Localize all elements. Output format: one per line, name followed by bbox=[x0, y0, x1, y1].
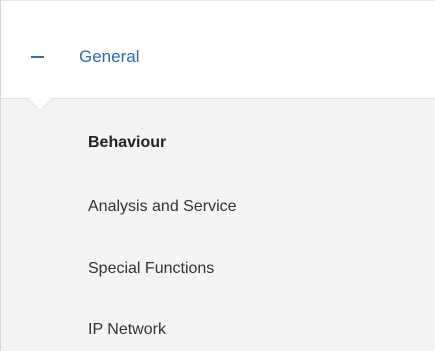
section-items: Behaviour Analysis and Service Special F… bbox=[1, 99, 435, 351]
section-header-general[interactable]: General bbox=[1, 15, 435, 99]
nav-item-special-functions[interactable]: Special Functions bbox=[88, 258, 214, 280]
nav-item-analysis-and-service[interactable]: Analysis and Service bbox=[88, 196, 237, 218]
nav-item-behaviour[interactable]: Behaviour bbox=[88, 132, 166, 154]
section-title: General bbox=[79, 47, 140, 66]
settings-nav-panel: Behaviour Analysis and Service Special F… bbox=[1, 1, 435, 351]
nav-item-ip-network[interactable]: IP Network bbox=[88, 319, 166, 341]
minus-icon[interactable] bbox=[31, 56, 44, 58]
caret-down-icon bbox=[28, 98, 52, 110]
